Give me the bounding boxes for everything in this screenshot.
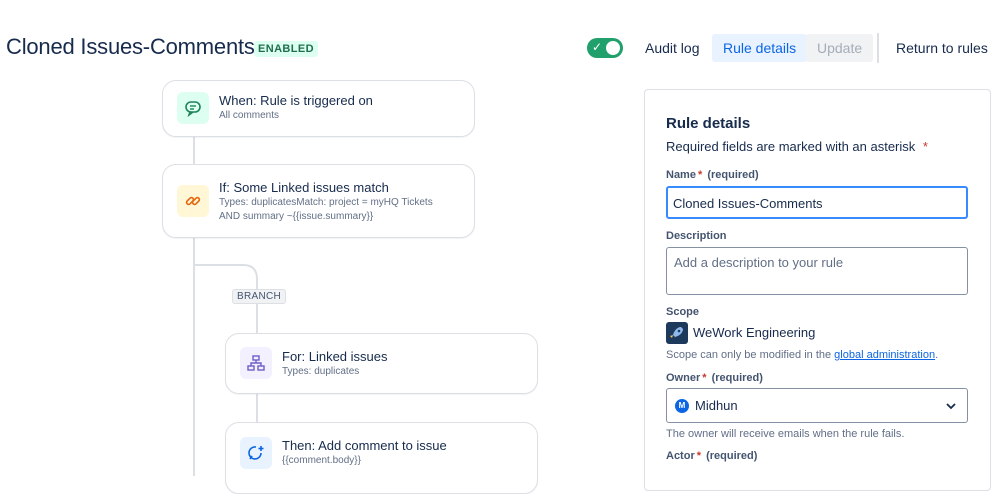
- update-button[interactable]: Update: [806, 34, 874, 62]
- rule-details-button[interactable]: Rule details: [712, 34, 808, 62]
- comment-trigger-icon: [177, 92, 209, 124]
- owner-label: Owner * (required): [666, 372, 763, 384]
- connector-line: [256, 392, 258, 422]
- required-note: Required fields are marked with an aster…: [666, 139, 928, 154]
- scope-hint: Scope can only be modified in the global…: [666, 349, 938, 361]
- header-divider: [877, 33, 879, 63]
- required-suffix: (required): [711, 372, 763, 384]
- owner-label-text: Owner: [666, 372, 701, 384]
- rule-enabled-toggle[interactable]: ✓: [587, 38, 623, 58]
- rule-header: Cloned Issues-Comments ENABLED ✓ Audit l…: [0, 0, 999, 90]
- required-suffix: (required): [706, 450, 758, 462]
- owner-value: Midhun: [695, 398, 738, 413]
- required-asterisk: *: [697, 169, 703, 181]
- link-icon: [177, 185, 209, 217]
- audit-log-button[interactable]: Audit log: [634, 34, 710, 62]
- toggle-knob: [606, 41, 620, 55]
- scope-label: Scope: [666, 306, 700, 318]
- check-icon: ✓: [592, 40, 603, 54]
- description-placeholder: Add a description to your rule: [674, 255, 844, 270]
- scope-hint-prefix: Scope can only be modified in the: [666, 349, 832, 361]
- name-label-text: Name: [666, 169, 696, 181]
- rocket-icon: [666, 322, 688, 344]
- actor-label-text: Actor: [666, 450, 695, 462]
- action-title: Then: Add comment to issue: [282, 438, 447, 453]
- description-label: Description: [666, 230, 727, 242]
- hierarchy-icon: [240, 347, 272, 379]
- required-asterisk: *: [702, 372, 707, 384]
- action-card[interactable]: Then: Add comment to issue {{comment.bod…: [225, 422, 538, 494]
- condition-subtitle-1: Types: duplicatesMatch: project = myHQ T…: [219, 197, 433, 208]
- action-subtitle: {{comment.body}}: [282, 455, 361, 466]
- panel-heading: Rule details: [666, 115, 751, 132]
- required-suffix: (required): [707, 169, 759, 181]
- trigger-card[interactable]: When: Rule is triggered on All comments: [162, 80, 475, 137]
- name-field[interactable]: Cloned Issues-Comments: [666, 186, 968, 219]
- trigger-title: When: Rule is triggered on: [219, 93, 373, 108]
- status-badge: ENABLED: [254, 41, 318, 57]
- avatar: M: [675, 399, 689, 413]
- page-title: Cloned Issues-Comments: [6, 34, 255, 59]
- required-asterisk: *: [696, 450, 702, 462]
- connector-line: [193, 135, 195, 165]
- rule-details-panel: Rule details Required fields are marked …: [644, 89, 991, 491]
- branch-for-subtitle: Types: duplicates: [282, 366, 360, 377]
- return-to-rules-button[interactable]: Return to rules: [885, 34, 999, 62]
- description-field[interactable]: Add a description to your rule: [666, 247, 968, 295]
- scope-hint-suffix: .: [935, 349, 939, 361]
- required-note-text: Required fields are marked with an aster…: [666, 139, 916, 154]
- name-field-value: Cloned Issues-Comments: [673, 196, 823, 211]
- condition-card[interactable]: If: Some Linked issues match Types: dupl…: [162, 164, 475, 238]
- add-comment-icon: [240, 437, 272, 469]
- required-asterisk: *: [922, 139, 928, 154]
- branch-for-card[interactable]: For: Linked issues Types: duplicates: [225, 333, 538, 394]
- name-label: Name * (required): [666, 169, 759, 181]
- trigger-subtitle: All comments: [219, 110, 280, 121]
- condition-subtitle-2: AND summary ~{{issue.summary}}: [219, 211, 374, 222]
- global-administration-link[interactable]: global administration: [834, 349, 935, 361]
- scope-value: WeWork Engineering: [693, 325, 816, 340]
- branch-label: BRANCH: [232, 289, 287, 304]
- actor-label: Actor * (required): [666, 450, 757, 462]
- condition-title: If: Some Linked issues match: [219, 180, 389, 195]
- chevron-down-icon: [946, 403, 956, 410]
- owner-hint: The owner will receive emails when the r…: [666, 428, 905, 440]
- owner-select[interactable]: M Midhun: [666, 388, 968, 423]
- branch-for-title: For: Linked issues: [282, 349, 388, 364]
